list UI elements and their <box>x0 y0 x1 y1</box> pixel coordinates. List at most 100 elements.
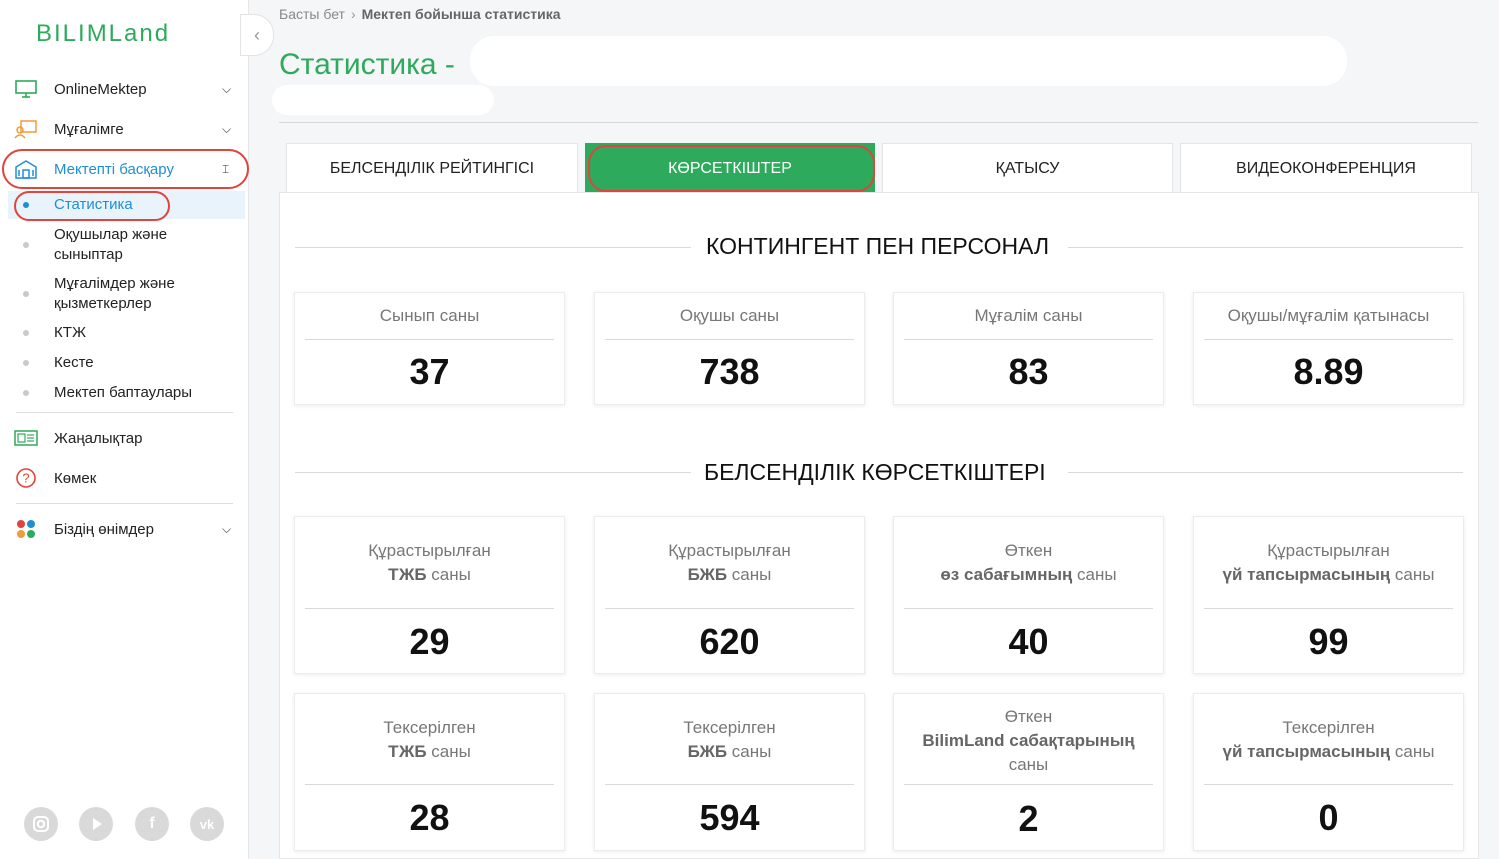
highlight-outline <box>588 145 875 192</box>
title-divider <box>279 122 1478 123</box>
stat-card-class-count: Сынып саны 37 <box>294 292 565 405</box>
stat-card-value: 40 <box>1008 621 1049 662</box>
stat-card-value: 2 <box>1018 798 1039 839</box>
stat-card-checked-bzhb: Тексерілген БЖБ саны 594 <box>594 693 865 851</box>
stat-card-title: Оқушы саны <box>679 306 780 325</box>
stat-card-value: 620 <box>699 621 760 662</box>
svg-text:?: ? <box>22 471 29 486</box>
stat-card-divider <box>904 784 1153 785</box>
bullet-icon <box>23 291 29 297</box>
stat-card-title: Тексерілген БЖБ саны <box>595 716 864 764</box>
sidebar-subitem-ktzh[interactable]: КТЖ <box>0 323 249 343</box>
stat-card-value: 37 <box>409 351 450 392</box>
sidebar-item-help[interactable]: ? Көмек <box>0 460 249 496</box>
stat-card-title: Сынып саны <box>379 306 480 325</box>
sidebar-subitem-label: Мектеп баптаулары <box>54 384 193 401</box>
sidebar-divider <box>16 412 233 413</box>
page-title: Статистика - <box>279 48 455 81</box>
sidebar-item-label: Жаңалықтар <box>54 429 143 447</box>
title-bold: ТЖБ <box>388 565 427 584</box>
sidebar-divider <box>16 503 233 504</box>
title-line-2: саны <box>1390 742 1435 761</box>
title-bold: ТЖБ <box>388 742 427 761</box>
section-line <box>295 247 691 248</box>
highlight-outline <box>2 149 249 189</box>
vk-icon[interactable]: vk <box>190 807 224 841</box>
tab-activity-rating[interactable]: БЕЛСЕНДІЛІК РЕЙТИНГІСІ <box>286 143 578 193</box>
sidebar-subitem-label: Оқушылар және сыныптар <box>54 225 167 265</box>
section-line <box>1068 472 1463 473</box>
stat-card-student-count: Оқушы саны 738 <box>594 292 865 405</box>
stat-card-value: 738 <box>699 351 760 392</box>
chevron-down-icon[interactable]: ⌵ <box>222 522 231 537</box>
breadcrumb-home-link[interactable]: Басты бет <box>279 6 345 22</box>
section-line <box>295 472 691 473</box>
stat-card-title: Мұғалім саны <box>974 306 1083 325</box>
redacted-school-name-line2 <box>272 85 494 115</box>
chevron-down-icon[interactable]: ⌵ <box>222 82 231 97</box>
sidebar-subitem-schedule[interactable]: Кесте <box>0 353 249 373</box>
stat-card-title: Өткен BilimLand сабақтарының саны <box>894 705 1163 777</box>
bullet-icon <box>23 360 29 366</box>
stat-card-value: 594 <box>699 797 760 838</box>
title-line-1: Құрастырылған <box>668 541 791 560</box>
sidebar-item-teacher[interactable]: Мұғалімге ⌵ <box>0 111 249 147</box>
tab-attendance[interactable]: ҚАТЫСУ <box>882 143 1173 193</box>
stat-card-value: 83 <box>1008 351 1049 392</box>
stat-card-title: Тексерілген үй тапсырмасының саны <box>1194 716 1463 764</box>
label-line-1: Мұғалімдер және <box>54 275 175 292</box>
sidebar-item-label: Біздің өнімдер <box>54 520 154 538</box>
newspaper-icon <box>14 428 38 448</box>
stat-card-divider <box>904 339 1153 340</box>
stat-card-value: 29 <box>409 621 450 662</box>
title-line-2: саны <box>1390 565 1435 584</box>
stat-card-teacher-count: Мұғалім саны 83 <box>893 292 1164 405</box>
sidebar: BILIMLand OnlineMektep ⌵ Мұғалімге ⌵ Мек… <box>0 0 249 859</box>
chevron-down-icon[interactable]: ⌵ <box>222 122 231 137</box>
title-line-3: саны <box>1008 755 1049 774</box>
title-line-2: саны <box>727 565 772 584</box>
title-line-1: Тексерілген <box>383 718 476 737</box>
label-line-2: сыныптар <box>54 246 123 263</box>
youtube-icon[interactable] <box>79 807 113 841</box>
stat-card-built-homework: Құрастырылған үй тапсырмасының саны 99 <box>1193 516 1464 674</box>
bilimland-logo[interactable]: BILIMLand <box>36 20 170 48</box>
collapse-sidebar-button[interactable]: ‹ <box>240 14 274 56</box>
stat-card-title: Құрастырылған БЖБ саны <box>595 539 864 587</box>
highlight-outline <box>14 191 170 221</box>
stat-card-divider <box>1204 608 1453 609</box>
title-line-2: саны <box>1072 565 1117 584</box>
title-line-1: Өткен <box>1004 541 1053 560</box>
stat-card-divider <box>605 608 854 609</box>
stat-card-divider <box>305 784 554 785</box>
help-icon: ? <box>14 468 38 488</box>
products-icon <box>14 519 38 539</box>
sidebar-item-products[interactable]: Біздің өнімдер ⌵ <box>0 511 249 547</box>
sidebar-subitem-students-classes[interactable]: Оқушылар және сыныптар <box>0 225 249 265</box>
stat-card-value: 8.89 <box>1293 351 1364 392</box>
title-line-2: саны <box>426 565 471 584</box>
stat-card-divider <box>305 339 554 340</box>
bullet-icon <box>23 390 29 396</box>
facebook-icon[interactable]: f <box>135 807 169 841</box>
sidebar-subitem-teachers-staff[interactable]: Мұғалімдер және қызметкерлер <box>0 274 249 314</box>
section-title-activity: БЕЛСЕНДІЛІК КӨРСЕТКІШТЕРІ <box>704 459 1046 485</box>
sidebar-item-news[interactable]: Жаңалықтар <box>0 420 249 456</box>
title-bold: BilimLand сабақтарының <box>922 731 1135 750</box>
sidebar-item-label: Мұғалімге <box>54 120 124 138</box>
stat-card-title: Тексерілген ТЖБ саны <box>295 716 564 764</box>
stat-card-divider <box>605 784 854 785</box>
stat-card-value: 99 <box>1308 621 1349 662</box>
sidebar-item-onlinemektep[interactable]: OnlineMektep ⌵ <box>0 71 249 107</box>
stat-card-checked-homework: Тексерілген үй тапсырмасының саны 0 <box>1193 693 1464 851</box>
sidebar-subitem-label: Кесте <box>54 354 94 371</box>
title-line-1: Тексерілген <box>1282 718 1375 737</box>
sidebar-subitem-school-settings[interactable]: Мектеп баптаулары <box>0 383 249 403</box>
sidebar-item-label: OnlineMektep <box>54 80 147 98</box>
instagram-icon[interactable] <box>24 807 58 841</box>
monitor-icon <box>14 79 38 99</box>
title-line-2: саны <box>426 742 471 761</box>
title-line-1: Құрастырылған <box>368 541 491 560</box>
title-bold: үй тапсырмасының <box>1222 742 1391 761</box>
tab-videoconference[interactable]: ВИДЕОКОНФЕРЕНЦИЯ <box>1180 143 1472 193</box>
